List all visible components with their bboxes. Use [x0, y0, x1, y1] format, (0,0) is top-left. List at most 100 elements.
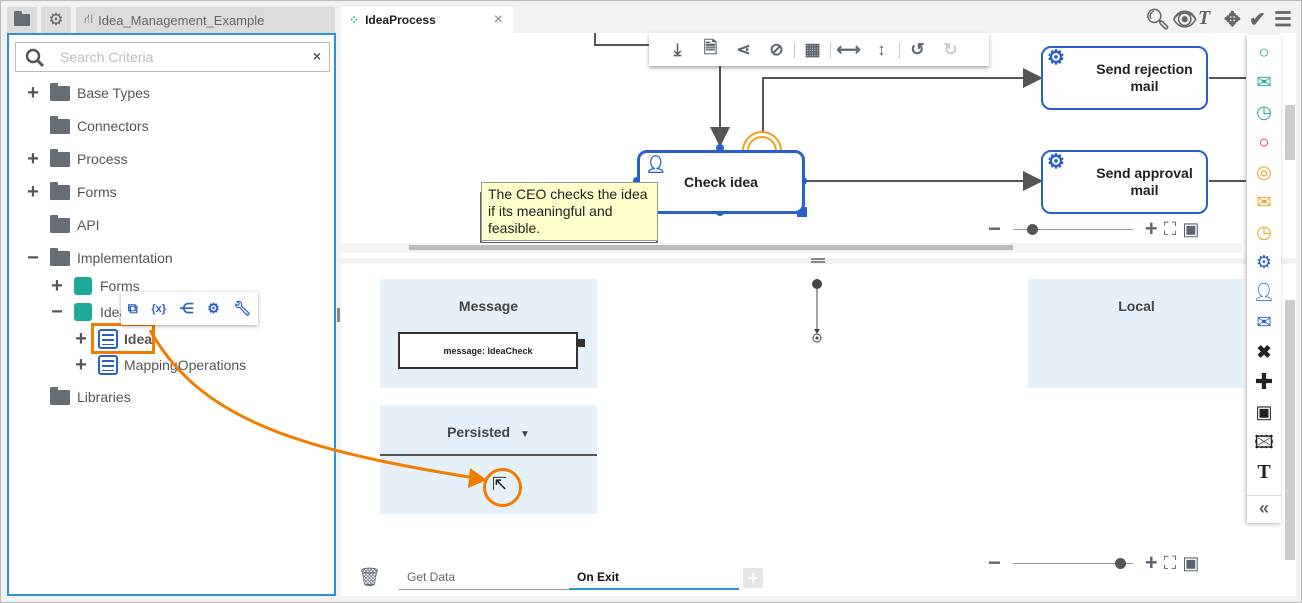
expand-icon[interactable]: +	[50, 276, 64, 296]
vertical-scrollbar-bottom[interactable]	[1285, 300, 1295, 560]
send-task-icon[interactable]: ✉	[1247, 312, 1281, 332]
fullscreen-icon[interactable]: ⛶	[1164, 219, 1177, 240]
annotation[interactable]: The CEO checks the idea if its meaningfu…	[481, 182, 658, 241]
project-icon: ⛙	[84, 11, 94, 26]
zoom-out-button[interactable]: −	[988, 550, 1001, 576]
expand-icon[interactable]: +	[74, 355, 88, 375]
parallel-gateway-icon[interactable]: ✚	[1247, 371, 1281, 393]
zoom-in-button[interactable]: +	[1145, 216, 1158, 242]
zoom-slider[interactable]	[1012, 557, 1133, 569]
exclusive-gateway-icon[interactable]: ✖	[1247, 342, 1281, 362]
tree-item-implementation[interactable]: − Implementation	[26, 247, 173, 269]
tree-label: API	[77, 217, 100, 233]
horizontal-scrollbar[interactable]	[341, 243, 1241, 253]
task-check-idea[interactable]: Check idea 👤︎	[637, 150, 805, 214]
expand-icon[interactable]: +	[26, 83, 40, 103]
search-input[interactable]: Search Criteria ×	[15, 42, 330, 72]
zoom-slider[interactable]	[1012, 223, 1133, 235]
intermediate-event-icon[interactable]: ◎	[1247, 162, 1281, 182]
export-icon[interactable]: ⤓	[661, 40, 694, 60]
timer-start-icon[interactable]: ◷	[1247, 102, 1281, 122]
grid-icon[interactable]: ▦	[796, 40, 829, 60]
zoom-in-button[interactable]: +	[1145, 550, 1158, 576]
tree-item-base-types[interactable]: + Base Types	[26, 82, 150, 104]
settings-tab[interactable]: ⚙	[41, 7, 71, 33]
search-icon[interactable]: 🔍︎	[1145, 7, 1170, 32]
divider-handle[interactable]	[811, 258, 825, 263]
tree-item-libraries[interactable]: Libraries	[26, 386, 131, 408]
local-box: Local	[1028, 279, 1245, 388]
document-icon[interactable]: 🗎	[694, 35, 727, 64]
fit-icon[interactable]: ▣	[1182, 219, 1199, 240]
tab-get-data[interactable]: Get Data	[399, 566, 569, 590]
image-icon[interactable]: 🖾	[1247, 432, 1281, 452]
persisted-dropdown[interactable]: Persisted ▼	[380, 424, 597, 440]
structure-icon[interactable]: ⧉	[128, 300, 138, 317]
share-icon[interactable]: ⋖	[727, 40, 760, 60]
eye-icon[interactable]: 👁︎	[1172, 7, 1197, 32]
tab-on-exit[interactable]: On Exit	[569, 566, 739, 590]
expand-icon[interactable]: +	[26, 182, 40, 202]
tree-item-connectors[interactable]: Connectors	[26, 115, 149, 137]
collapse-palette-icon[interactable]: «	[1247, 495, 1281, 518]
tree-item-process[interactable]: + Process	[26, 148, 128, 170]
wrench-icon[interactable]: 🔧︎	[233, 300, 251, 317]
user-task-icon[interactable]: 👤︎	[1247, 282, 1281, 302]
subprocess-icon[interactable]: ▣	[1247, 402, 1281, 422]
task-send-approval[interactable]: Send approval mail ⚙	[1041, 150, 1208, 214]
tree-label: Forms	[77, 184, 117, 200]
message-box: Message message: IdeaCheck	[380, 279, 597, 388]
tree-item-api[interactable]: API	[26, 214, 100, 236]
start-event-icon[interactable]: ○	[1247, 42, 1281, 62]
zoom-out-button[interactable]: −	[988, 216, 1001, 242]
collapse-icon[interactable]: −	[50, 302, 64, 322]
folder-icon	[50, 115, 70, 134]
flow-icon[interactable]: ⋲	[180, 300, 194, 317]
move-icon[interactable]: ✥	[1224, 7, 1241, 32]
text-icon[interactable]: T	[1247, 462, 1281, 482]
expand-icon[interactable]: +	[26, 149, 40, 169]
project-tab[interactable]: ⛙ Idea_Management_Example	[76, 7, 335, 33]
trash-icon[interactable]: 🗑︎	[358, 567, 381, 588]
text-icon[interactable]: T	[1198, 7, 1210, 30]
splitter-handle[interactable]	[337, 308, 340, 322]
folder-icon	[50, 386, 70, 405]
tree-item-mapping-operations[interactable]: + MappingOperations	[74, 354, 246, 376]
close-tab-button[interactable]: ×	[494, 11, 503, 29]
fit-height-icon[interactable]: ↕	[865, 40, 898, 60]
add-tab-button[interactable]: +	[743, 568, 763, 588]
tree-item-forms[interactable]: + Forms	[26, 181, 117, 203]
fit-width-icon[interactable]: ⟷	[832, 40, 865, 60]
gear-icon[interactable]: ⚙	[207, 300, 220, 317]
tree-label: Libraries	[77, 389, 131, 405]
expand-icon[interactable]: +	[74, 329, 88, 349]
redo-icon[interactable]: ↻	[934, 40, 967, 60]
tree-label: Base Types	[77, 85, 150, 101]
fullscreen-icon[interactable]: ⛶	[1164, 553, 1177, 574]
intermediate-timer-icon[interactable]: ◷	[1247, 222, 1281, 242]
undo-icon[interactable]: ↺	[901, 40, 934, 60]
intermediate-message-icon[interactable]: ✉	[1247, 192, 1281, 212]
hide-icon[interactable]: ⊘	[760, 40, 793, 60]
mapping-connector	[812, 279, 822, 343]
tree-label: MappingOperations	[124, 357, 247, 373]
task-send-rejection[interactable]: Send rejection mail ⚙	[1041, 46, 1208, 110]
explorer-tab[interactable]	[7, 7, 37, 33]
fit-icon[interactable]: ▣	[1182, 553, 1199, 574]
end-event-icon[interactable]: ○	[1247, 132, 1281, 152]
collapse-icon[interactable]: −	[26, 248, 40, 268]
tree-item-idea-module[interactable]: − Idea	[50, 301, 127, 323]
vertical-scrollbar[interactable]	[1285, 105, 1295, 160]
check-icon[interactable]: ✔	[1249, 7, 1266, 32]
clear-search-button[interactable]: ×	[313, 48, 321, 64]
message-item[interactable]: message: IdeaCheck	[398, 332, 578, 369]
list-icon[interactable]: ☰	[1274, 7, 1292, 32]
tab-ideaprocess[interactable]: ⁘ IdeaProcess ×	[341, 7, 513, 33]
gear-icon: ⚙	[48, 10, 64, 29]
connector-port[interactable]	[578, 339, 585, 347]
message-start-icon[interactable]: ✉	[1247, 72, 1281, 92]
user-icon: 👤︎	[645, 155, 667, 174]
diagram-toolbar: ⤓ 🗎 ⋖ ⊘ ▦ ⟷ ↕ ↺ ↻	[649, 33, 989, 66]
variable-icon[interactable]: {x}	[151, 303, 166, 315]
service-task-icon[interactable]: ⚙	[1247, 252, 1281, 272]
